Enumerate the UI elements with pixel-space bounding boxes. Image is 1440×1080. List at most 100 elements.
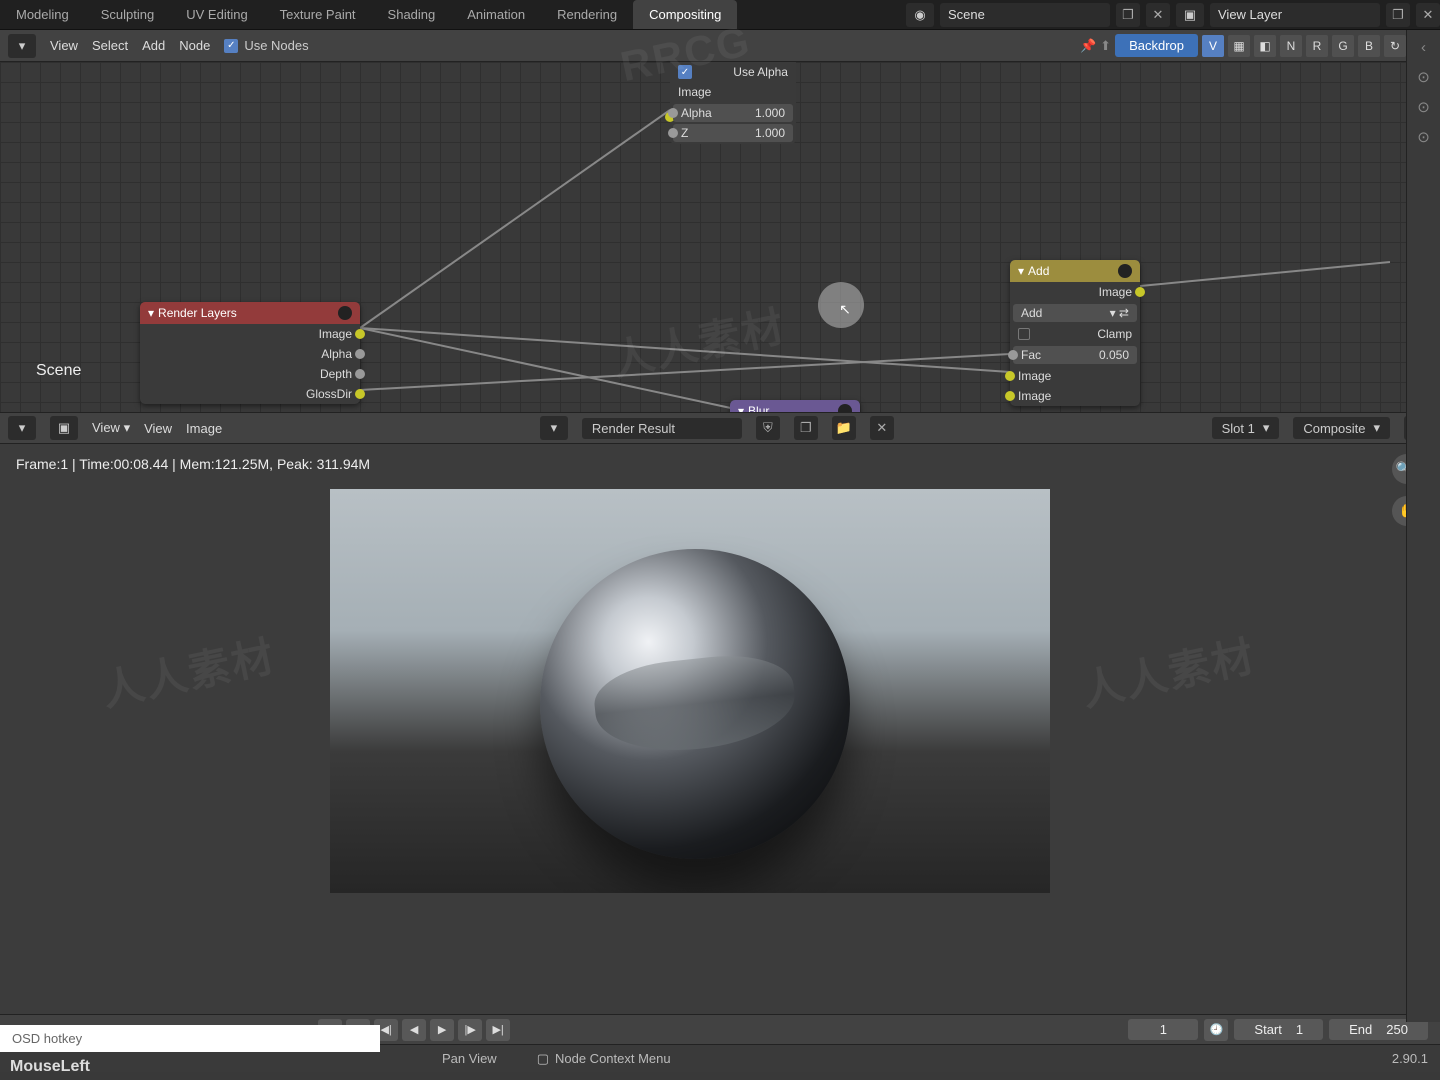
close-viewlayer-icon[interactable]: ✕ [1416, 3, 1440, 27]
channel-alpha-icon[interactable]: ◧ [1254, 35, 1276, 57]
tab-sculpting[interactable]: Sculpting [85, 0, 170, 29]
backdrop-scene-label: Scene [36, 362, 81, 380]
status-context-menu: Node Context Menu [555, 1051, 671, 1066]
current-frame-field[interactable]: 1 [1128, 1019, 1198, 1040]
tab-modeling[interactable]: Modeling [0, 0, 85, 29]
image-menu-view-dd[interactable]: View ▾ [92, 420, 130, 436]
lock-icon[interactable]: ⬆ [1100, 38, 1111, 54]
close-scene-icon[interactable]: ✕ [1146, 3, 1170, 27]
z-value[interactable]: 1.000 [755, 126, 785, 140]
unlink-image-icon[interactable]: ✕ [870, 416, 894, 440]
image-mode-dropdown[interactable]: ▣ [50, 416, 78, 440]
alpha-label[interactable]: Alpha [681, 106, 712, 120]
version-label: 2.90.1 [1392, 1051, 1428, 1066]
fac-value[interactable]: 0.050 [1099, 348, 1129, 362]
use-alpha-label: Use Alpha [733, 65, 788, 79]
status-pan-view: Pan View [442, 1051, 497, 1066]
channel-b[interactable]: B [1358, 35, 1380, 57]
channel-img-icon[interactable]: ▦ [1228, 35, 1250, 57]
add-output-image: Image [1099, 285, 1132, 299]
tab-shading[interactable]: Shading [372, 0, 452, 29]
node-color-mix-add[interactable]: ▾ Add Image Add▾ ⇄ Clamp Fac0.050 Image … [1010, 260, 1140, 406]
image-editor-header: ▾ ▣ View ▾ View Image ▾ Render Result ⛨ … [0, 412, 1440, 444]
image-browse-dropdown[interactable]: ▾ [540, 416, 568, 440]
channel-n[interactable]: N [1280, 35, 1302, 57]
end-value[interactable]: 250 [1386, 1022, 1408, 1037]
alpha-value[interactable]: 1.000 [755, 106, 785, 120]
pin-icon[interactable]: 📌 [1080, 38, 1096, 54]
menu-select[interactable]: Select [92, 38, 128, 53]
menu-node[interactable]: Node [179, 38, 210, 53]
z-label[interactable]: Z [681, 126, 688, 140]
end-label: End [1349, 1022, 1372, 1037]
channel-g[interactable]: G [1332, 35, 1354, 57]
rendered-image [330, 489, 1050, 893]
output-depth: Depth [320, 367, 352, 381]
output-props-icon[interactable]: ⊙ [1413, 96, 1435, 118]
play-icon[interactable]: ▶ [430, 1019, 454, 1041]
channel-v[interactable]: V [1202, 35, 1224, 57]
use-nodes-label: Use Nodes [244, 38, 308, 53]
keyframe-next-icon[interactable]: |▶ [458, 1019, 482, 1041]
image-viewer-area[interactable]: Frame:1 | Time:00:08.44 | Mem:121.25M, P… [0, 444, 1440, 1014]
node-blur-peek[interactable]: ▾ Blur [730, 400, 860, 412]
mouse-icon: ▢ [537, 1051, 549, 1067]
tab-rendering[interactable]: Rendering [541, 0, 633, 29]
start-label: Start [1254, 1022, 1281, 1037]
editor-type-dropdown[interactable]: ▾ [8, 34, 36, 58]
output-image: Image [319, 327, 352, 341]
workspace-tabs: Modeling Sculpting UV Editing Texture Pa… [0, 0, 737, 29]
image-editor-type-dropdown[interactable]: ▾ [8, 416, 36, 440]
tab-animation[interactable]: Animation [451, 0, 541, 29]
node-header-render-layers[interactable]: ▾ Render Layers [140, 302, 360, 324]
viewlayer-name-field[interactable]: View Layer [1210, 3, 1380, 27]
output-alpha: Alpha [321, 347, 352, 361]
image-menu-image[interactable]: Image [186, 421, 222, 436]
blend-mode-dropdown[interactable]: Add [1021, 306, 1042, 320]
tab-compositing[interactable]: Compositing [633, 0, 737, 29]
jump-end-icon[interactable]: ▶| [486, 1019, 510, 1041]
fac-label[interactable]: Fac [1021, 348, 1041, 362]
osd-hotkey-overlay: OSD hotkey [0, 1025, 380, 1052]
chevron-left-icon[interactable]: ‹ [1413, 36, 1435, 58]
refresh-icon[interactable]: ↻ [1384, 35, 1406, 57]
add-input-image1: Image [1018, 369, 1051, 383]
channel-r[interactable]: R [1306, 35, 1328, 57]
backdrop-button[interactable]: Backdrop [1115, 34, 1198, 57]
node-header-add[interactable]: ▾ Add [1010, 260, 1140, 282]
clamp-checkbox-label[interactable]: Clamp [1097, 327, 1132, 341]
menu-add[interactable]: Add [142, 38, 165, 53]
clock-icon[interactable]: 🕘 [1204, 1019, 1228, 1041]
node-render-layers[interactable]: ▾ Render Layers Image Alpha Depth GlossD… [140, 302, 360, 404]
screencast-cursor-indicator [818, 282, 864, 328]
slot-dropdown[interactable]: Slot 1 ▾ [1212, 417, 1280, 439]
viewlayer-icon[interactable]: ▣ [1176, 3, 1204, 27]
use-nodes-checkbox[interactable]: ✓ [224, 39, 238, 53]
viewlayer-props-icon[interactable]: ⊙ [1413, 126, 1435, 148]
mouse-event-overlay: MouseLeft [0, 1054, 100, 1080]
workspace-topbar: Modeling Sculpting UV Editing Texture Pa… [0, 0, 1440, 30]
compositor-node-area[interactable]: ✓ Use Alpha Image Alpha1.000 Z1.000 ▾ Re… [0, 62, 1440, 412]
node-viewer-fragment[interactable]: ✓ Use Alpha Image Alpha1.000 Z1.000 [670, 62, 796, 144]
pass-dropdown[interactable]: Composite ▾ [1293, 417, 1390, 439]
open-folder-icon[interactable]: 📁 [832, 416, 856, 440]
duplicate-icon[interactable]: ❐ [794, 416, 818, 440]
copy-scene-icon[interactable]: ❐ [1116, 3, 1140, 27]
image-name-field[interactable]: Render Result [582, 418, 742, 439]
play-reverse-icon[interactable]: ◀ [402, 1019, 426, 1041]
node-editor-header: ▾ View Select Add Node ✓ Use Nodes 📌 ⬆ B… [0, 30, 1440, 62]
render-props-icon[interactable]: ⊙ [1413, 66, 1435, 88]
render-stats-line: Frame:1 | Time:00:08.44 | Mem:121.25M, P… [0, 444, 1440, 484]
add-input-image2: Image [1018, 389, 1051, 403]
menu-view[interactable]: View [50, 38, 78, 53]
image-menu-view[interactable]: View [144, 421, 172, 436]
start-value[interactable]: 1 [1296, 1022, 1303, 1037]
properties-sidebar-strip: ‹ ⊙ ⊙ ⊙ [1406, 30, 1440, 1022]
shield-icon[interactable]: ⛨ [756, 416, 780, 440]
copy-viewlayer-icon[interactable]: ❐ [1386, 3, 1410, 27]
image-socket-label: Image [678, 85, 711, 99]
scene-icon[interactable]: ◉ [906, 3, 934, 27]
tab-texturepaint[interactable]: Texture Paint [264, 0, 372, 29]
scene-name-field[interactable]: Scene [940, 3, 1110, 27]
tab-uvediting[interactable]: UV Editing [170, 0, 263, 29]
